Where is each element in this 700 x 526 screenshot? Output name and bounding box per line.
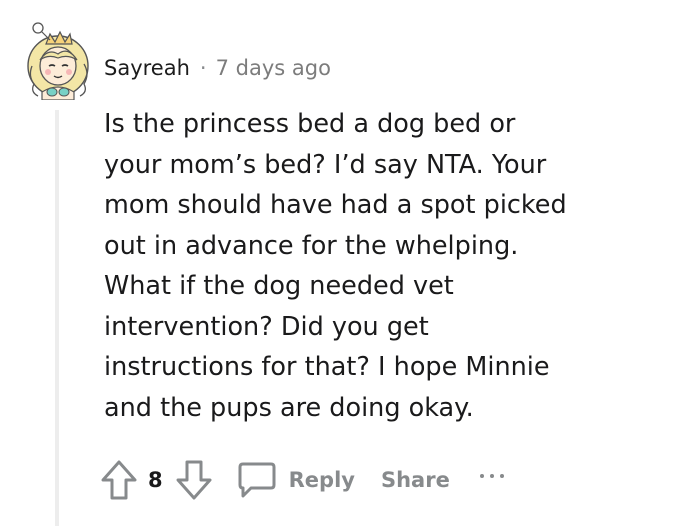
more-dots-icon: [489, 474, 494, 478]
comment-line: and the pups are doing okay.: [104, 392, 474, 423]
comment-action-bar: 8 Reply Share: [100, 458, 504, 502]
speech-bubble-icon: [238, 462, 276, 498]
comment-line: instructions for that? I hope Minnie: [104, 352, 550, 382]
vote-count: 8: [148, 468, 163, 492]
reply-button[interactable]: Reply: [237, 461, 355, 499]
share-button[interactable]: Share: [381, 468, 450, 492]
thread-line[interactable]: [55, 110, 59, 526]
more-dots-icon: [499, 474, 504, 478]
princess-avatar-icon: [27, 22, 89, 101]
downvote-button[interactable]: [175, 459, 213, 501]
comment-line: out in advance for the whelping.: [104, 230, 519, 261]
downvote-arrow-icon: [176, 460, 212, 500]
comment-line: your mom’s bed? I’d say NTA. Your: [104, 149, 547, 180]
comment-timestamp[interactable]: 7 days ago: [216, 56, 331, 80]
author-username[interactable]: Sayreah: [104, 56, 190, 80]
comment-line: Is the princess bed a dog bed or: [104, 109, 516, 139]
header-separator: ·: [199, 56, 207, 80]
comment-header: Sayreah · 7 days ago: [104, 52, 331, 84]
reply-label: Reply: [288, 468, 355, 492]
comment-line: mom should have had a spot picked: [104, 190, 567, 220]
more-dots-icon: [479, 474, 484, 478]
upvote-button[interactable]: [100, 459, 138, 501]
avatar[interactable]: [22, 14, 98, 101]
comment-line: intervention? Did you get: [104, 311, 429, 342]
comment-line: What if the dog needed vet: [104, 271, 454, 301]
more-options-button[interactable]: [479, 466, 504, 486]
upvote-arrow-icon: [101, 460, 137, 500]
comment-body: Is the princess bed a dog bed or your mo…: [104, 104, 684, 428]
